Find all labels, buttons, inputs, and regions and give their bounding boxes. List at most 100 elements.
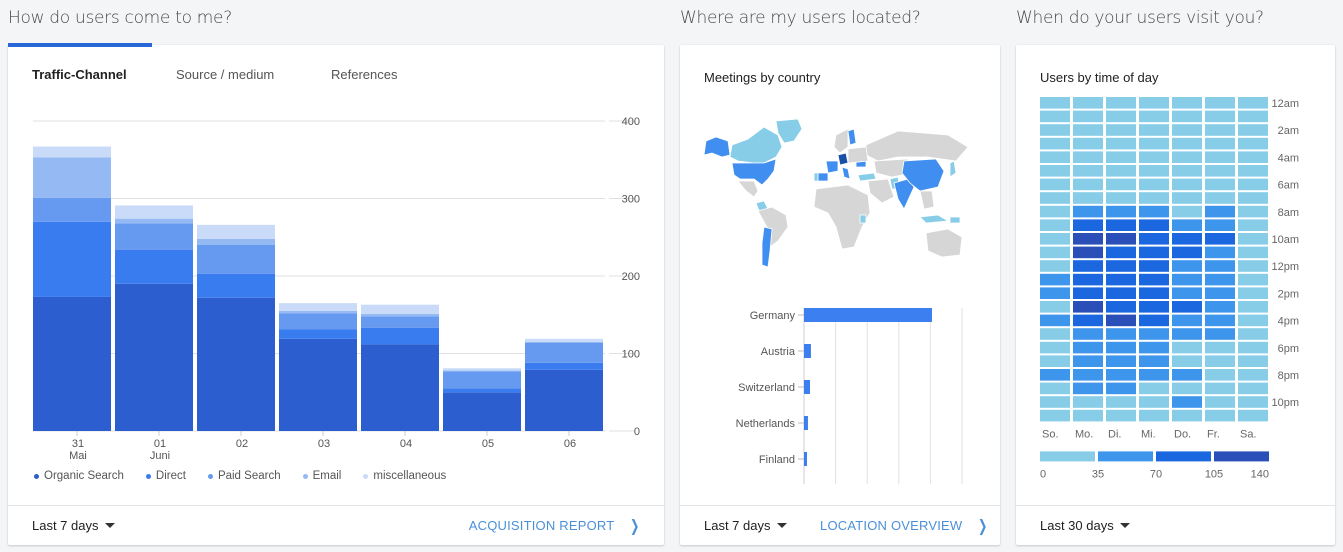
y-tick-label: 0: [634, 426, 640, 438]
acquisition-report-link[interactable]: ACQUISITION REPORT ❯: [468, 518, 642, 534]
tab-references[interactable]: References: [331, 67, 397, 82]
heatmap-cell: [1139, 260, 1169, 272]
bar-segment-direct: [115, 249, 193, 284]
map-region-germany: [837, 152, 849, 166]
scale-swatch: [1214, 451, 1269, 462]
legend-item[interactable]: Paid Search: [207, 470, 281, 482]
heatmap-cell: [1205, 341, 1235, 354]
hour-label: 2am: [1278, 125, 1299, 137]
bar-segment-miscellaneous: [197, 224, 275, 239]
heatmap-cell: [1106, 219, 1136, 231]
legend-item[interactable]: Direct: [145, 470, 186, 482]
tab-traffic-channel[interactable]: Traffic-Channel: [32, 67, 127, 82]
country-label: Germany: [750, 310, 796, 322]
tab-source-medium[interactable]: Source / medium: [176, 67, 274, 82]
x-tick-sublabel: Juni: [150, 450, 170, 462]
heatmap-cell: [1139, 124, 1169, 136]
heatmap-cell: [1040, 178, 1070, 191]
heatmap-cell: [1172, 301, 1202, 313]
heatmap-cell: [1205, 178, 1235, 191]
heatmap-cell: [1172, 382, 1202, 395]
heatmap-cell: [1205, 260, 1235, 272]
heatmap-cell: [1106, 341, 1136, 354]
x-tick-label: 04: [400, 438, 412, 450]
location-overview-label: LOCATION OVERVIEW: [820, 518, 963, 533]
heatmap-cell: [1139, 233, 1169, 245]
bar-segment-miscellaneous: [443, 368, 521, 371]
heatmap-cell: [1172, 369, 1202, 381]
heatmap-cell: [1073, 341, 1103, 354]
heatmap-cell: [1106, 110, 1136, 123]
y-tick-label: 400: [622, 116, 640, 128]
x-tick-label: 06: [564, 438, 576, 450]
scale-swatch: [1098, 451, 1153, 462]
heatmap-cell: [1238, 124, 1268, 136]
heatmap-cell: [1139, 137, 1169, 150]
bar-segment-organic-search: [279, 338, 357, 431]
scale-swatch: [1156, 451, 1211, 462]
bar-segment-organic-search: [361, 344, 439, 431]
heatmap-cell: [1073, 110, 1103, 123]
scale-label: 140: [1251, 468, 1269, 480]
heatmap-cell: [1106, 233, 1136, 245]
heatmap-cell: [1238, 314, 1268, 327]
bar-segment-miscellaneous: [33, 146, 111, 158]
bar-segment-paid-search: [33, 197, 111, 222]
weekday-label: So.: [1042, 428, 1059, 440]
date-range-label: Last 7 days: [32, 518, 99, 533]
heatmap-cell: [1106, 355, 1136, 367]
heatmap-cell: [1073, 233, 1103, 245]
legend-dot-icon: [145, 473, 151, 479]
heatmap-cell: [1073, 151, 1103, 163]
country-label: Austria: [761, 346, 796, 358]
date-range-dropdown[interactable]: Last 7 days: [32, 518, 115, 533]
map-region-kenya: [859, 214, 867, 224]
heatmap-cell: [1238, 328, 1268, 340]
legend-item[interactable]: Email: [302, 470, 341, 482]
heatmap-cell: [1205, 382, 1235, 395]
date-range-dropdown[interactable]: Last 30 days: [1040, 518, 1130, 533]
heatmap-cell: [1040, 314, 1070, 327]
country-bar: [804, 452, 808, 466]
hour-label: 8am: [1278, 207, 1299, 219]
heatmap-cell: [1205, 328, 1235, 340]
country-bar: [804, 380, 811, 394]
date-range-dropdown[interactable]: Last 7 days: [704, 518, 787, 533]
heatmap-cell: [1040, 301, 1070, 313]
heatmap-cell: [1172, 246, 1202, 259]
bar-segment-paid-search: [443, 371, 521, 389]
heatmap-cell: [1238, 287, 1268, 299]
country-bar: [804, 416, 808, 430]
legend-item[interactable]: Organic Search: [34, 470, 124, 482]
heatmap-cell: [1040, 287, 1070, 299]
heatmap-cell: [1238, 396, 1268, 408]
heatmap-cell: [1139, 369, 1169, 381]
map-region-alaska: [703, 136, 731, 158]
weekday-label: Do.: [1174, 428, 1191, 440]
x-tick-label: 05: [482, 438, 494, 450]
scale-swatch: [1040, 451, 1095, 462]
location-overview-link[interactable]: LOCATION OVERVIEW ❯: [820, 518, 990, 534]
country-bar: [804, 308, 932, 322]
bar-segment-paid-search: [115, 223, 193, 250]
x-tick-label: 03: [318, 438, 330, 450]
heatmap-cell: [1172, 219, 1202, 231]
heatmap-cell: [1238, 205, 1268, 218]
heatmap-cell: [1172, 205, 1202, 218]
heatmap-cell: [1205, 287, 1235, 299]
heatmap-cell: [1205, 165, 1235, 177]
hour-label: 6pm: [1278, 343, 1299, 355]
heatmap-cell: [1073, 178, 1103, 191]
hour-label: 4am: [1278, 152, 1299, 164]
bar-segment-email: [197, 238, 275, 245]
bar-segment-paid-search: [361, 316, 439, 328]
world-map[interactable]: [698, 117, 978, 277]
legend-item[interactable]: miscellaneous: [363, 470, 446, 482]
legend-dot-icon: [34, 473, 39, 479]
acquisition-report-label: ACQUISITION REPORT: [468, 518, 615, 533]
heatmap-cell: [1238, 355, 1268, 367]
heatmap-cell: [1238, 233, 1268, 245]
heatmap-cell: [1106, 273, 1136, 286]
heatmap-cell: [1040, 219, 1070, 231]
heatmap-cell: [1073, 287, 1103, 299]
